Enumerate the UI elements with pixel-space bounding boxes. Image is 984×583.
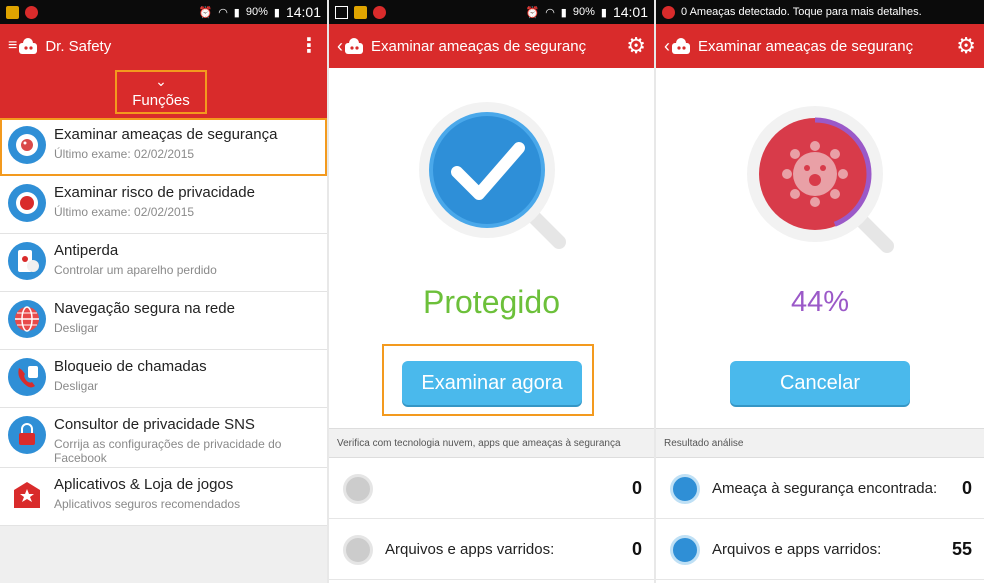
cancel-button[interactable]: Cancelar bbox=[730, 361, 910, 405]
functions-header: ⌄ Funções bbox=[0, 68, 327, 118]
files-icon bbox=[343, 534, 373, 565]
signal-icon: ▮ bbox=[560, 6, 567, 19]
menu-item-subtitle: Corrija as configurações de privacidade … bbox=[54, 437, 282, 465]
drawer-menu-icon[interactable]: ≡ bbox=[8, 37, 17, 55]
wifi-icon: ◠ bbox=[545, 6, 555, 19]
scanned-files-count: 0 bbox=[631, 539, 642, 559]
alarm-icon: ⏰ bbox=[525, 6, 540, 19]
scan-result-screen: ⏰ ◠ ▮ 90% ▮ 14:01 ‹ Examinar ameaças de … bbox=[329, 0, 654, 583]
scan-progress-percentage: 44% bbox=[790, 286, 850, 318]
lock-icon bbox=[8, 416, 46, 454]
menu-item-call-blocking[interactable]: Bloqueio de chamadas Desligar bbox=[0, 350, 327, 408]
menu-item-subtitle: Desligar bbox=[54, 379, 99, 393]
menu-item-security-scan[interactable]: Examinar ameaças de segurança Último exa… bbox=[0, 118, 327, 176]
virus-scan-icon bbox=[8, 126, 46, 164]
menu-item-subtitle: Último exame: 02/02/2015 bbox=[54, 147, 195, 161]
menu-item-subtitle: Último exame: 02/02/2015 bbox=[54, 205, 195, 219]
virus-icon bbox=[670, 473, 700, 504]
battery-percentage: 90% bbox=[572, 6, 595, 18]
battery-percentage: 90% bbox=[245, 6, 268, 18]
lock-notification-icon bbox=[6, 5, 19, 19]
screen-title: Examinar ameaças de seguranç bbox=[698, 37, 914, 55]
clock: 14:01 bbox=[612, 4, 648, 20]
protection-status: Protegido bbox=[423, 284, 560, 320]
empty-area bbox=[0, 526, 327, 583]
antitheft-icon bbox=[8, 242, 46, 280]
wifi-icon: ◠ bbox=[218, 6, 228, 19]
scan-now-button[interactable]: Examinar agora bbox=[402, 361, 582, 405]
menu-item-title: Consultor de privacidade SNS bbox=[54, 416, 255, 433]
call-block-icon bbox=[8, 358, 46, 396]
app-bar: ≡ Dr. Safety ⋮ bbox=[0, 24, 327, 68]
scanning-virus-icon bbox=[747, 106, 894, 253]
menu-item-title: Navegação segura na rede bbox=[54, 300, 235, 317]
settings-gear-icon[interactable]: ⚙ bbox=[956, 35, 976, 57]
notification-text: 0 Ameaças detectado. Toque para mais det… bbox=[681, 6, 922, 18]
app-bar: ‹ Examinar ameaças de seguranç ⚙ bbox=[656, 24, 984, 68]
scan-progress-screen: 0 Ameaças detectado. Toque para mais det… bbox=[656, 0, 984, 583]
menu-item-title: Bloqueio de chamadas bbox=[54, 358, 207, 375]
menu-item-app-store[interactable]: Aplicativos & Loja de jogos Aplicativos … bbox=[0, 468, 327, 526]
scanned-files-count: 55 bbox=[951, 539, 972, 559]
store-icon bbox=[8, 476, 46, 514]
battery-icon: ▮ bbox=[273, 6, 280, 19]
dr-safety-logo-icon bbox=[19, 38, 38, 54]
dr-safety-notification-icon bbox=[662, 5, 675, 19]
threats-count: 0 bbox=[631, 478, 642, 498]
threats-found-row: Ameaça à segurança encontrada: 0 bbox=[656, 459, 984, 519]
app-bar: ‹ Examinar ameaças de seguranç ⚙ bbox=[329, 24, 654, 68]
settings-gear-icon[interactable]: ⚙ bbox=[626, 35, 646, 57]
dr-safety-notification-icon bbox=[25, 5, 38, 19]
globe-icon bbox=[8, 300, 46, 338]
battery-icon: ▮ bbox=[600, 6, 607, 19]
chevron-down-icon: ⌄ bbox=[155, 73, 167, 89]
scan-caption: Verifica com tecnologia nuvem, apps que … bbox=[329, 428, 654, 458]
scanned-files-row: Arquivos e apps varridos: 55 bbox=[656, 520, 984, 580]
notification-bar[interactable]: 0 Ameaças detectado. Toque para mais det… bbox=[656, 0, 984, 24]
threats-row: 0 bbox=[329, 459, 654, 519]
dr-safety-notification-icon bbox=[373, 5, 386, 19]
menu-item-antitheft[interactable]: Antiperda Controlar um aparelho perdido bbox=[0, 234, 327, 292]
scanned-files-row: Arquivos e apps varridos: 0 bbox=[329, 520, 654, 580]
functions-toggle[interactable]: ⌄ Funções bbox=[115, 70, 207, 114]
lock-notification-icon bbox=[354, 5, 367, 19]
app-title: Dr. Safety bbox=[45, 37, 112, 55]
signal-icon: ▮ bbox=[233, 6, 240, 19]
threats-found-count: 0 bbox=[961, 478, 972, 498]
menu-item-subtitle: Aplicativos seguros recomendados bbox=[54, 497, 241, 511]
scanned-files-label: Arquivos e apps varridos: bbox=[385, 541, 555, 558]
menu-item-sns-privacy[interactable]: Consultor de privacidade SNS Corrija as … bbox=[0, 408, 327, 468]
overflow-menu-icon[interactable]: ⋮ bbox=[299, 36, 319, 56]
menu-item-title: Examinar ameaças de segurança bbox=[54, 126, 278, 143]
functions-menu-screen: ⏰ ◠ ▮ 90% ▮ 14:01 ≡ Dr. Safety ⋮ ⌄ Funçõ… bbox=[0, 0, 327, 583]
menu-item-subtitle: Controlar um aparelho perdido bbox=[54, 263, 217, 277]
status-bar: ⏰ ◠ ▮ 90% ▮ 14:01 bbox=[329, 0, 654, 24]
menu-item-title: Aplicativos & Loja de jogos bbox=[54, 476, 234, 493]
screen-title: Examinar ameaças de seguranç bbox=[371, 37, 587, 55]
menu-item-privacy-scan[interactable]: Examinar risco de privacidade Último exa… bbox=[0, 176, 327, 234]
status-bar: ⏰ ◠ ▮ 90% ▮ 14:01 bbox=[0, 0, 327, 24]
functions-label: Funções bbox=[132, 92, 190, 109]
threats-found-label: Ameaça à segurança encontrada: bbox=[712, 480, 938, 497]
feature-list: Examinar ameaças de segurança Último exa… bbox=[0, 118, 327, 526]
dr-safety-logo-icon bbox=[345, 38, 363, 54]
alarm-icon: ⏰ bbox=[198, 6, 213, 19]
protected-check-icon bbox=[418, 102, 566, 249]
image-notification-icon bbox=[335, 5, 348, 19]
scanned-files-label: Arquivos e apps varridos: bbox=[712, 541, 882, 558]
menu-item-safe-browsing[interactable]: Navegação segura na rede Desligar bbox=[0, 292, 327, 350]
menu-item-subtitle: Desligar bbox=[54, 321, 99, 335]
files-scan-icon bbox=[670, 534, 700, 565]
dr-safety-logo-icon bbox=[672, 38, 690, 54]
privacy-icon bbox=[8, 184, 46, 222]
menu-item-title: Examinar risco de privacidade bbox=[54, 184, 255, 201]
result-caption: Resultado análise bbox=[656, 428, 984, 458]
menu-item-title: Antiperda bbox=[54, 242, 119, 259]
shield-scan-icon bbox=[343, 473, 373, 504]
clock: 14:01 bbox=[285, 4, 321, 20]
